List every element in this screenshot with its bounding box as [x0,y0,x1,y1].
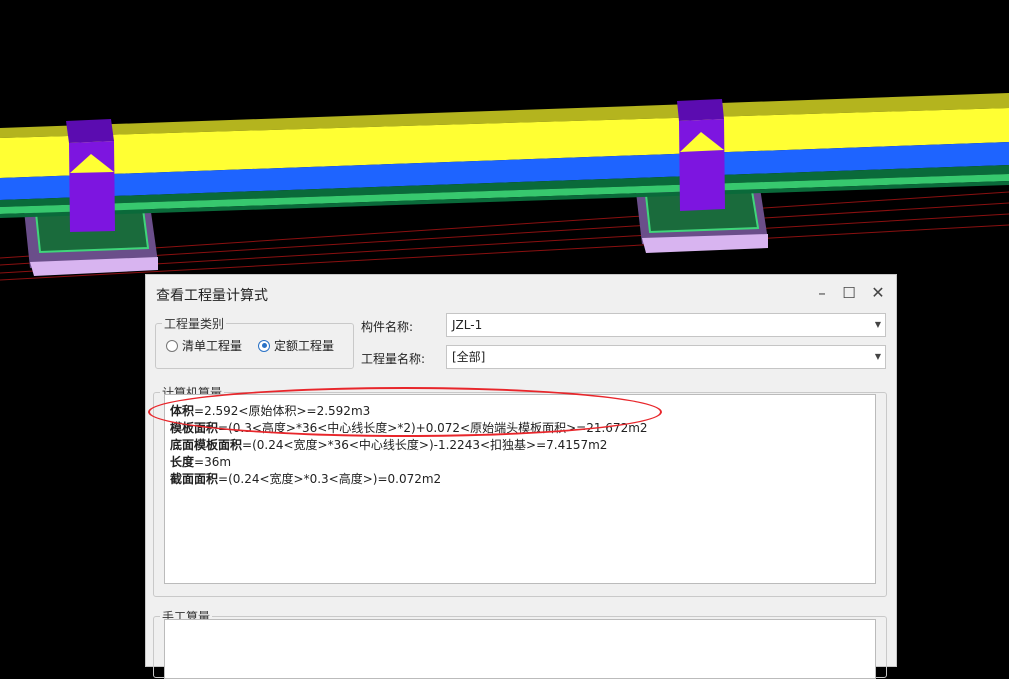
calc-line-section-area: 截面面积=(0.24<宽度>*0.3<高度>)=0.072m2 [170,472,442,486]
quantity-name-label: 工程量名称: [361,352,426,366]
radio-quota-quantity-label: 定额工程量 [274,339,335,353]
calc-line-length: 长度=36m [170,455,232,469]
close-button[interactable]: ✕ [866,281,890,305]
component-name-value: JZL-1 [452,318,483,332]
chevron-down-icon: ▼ [874,320,881,329]
chevron-down-icon: ▼ [874,352,881,361]
minimize-button[interactable]: – [810,281,834,305]
manual-calc-textarea[interactable] [164,619,876,679]
radio-checked-icon [258,339,270,352]
radio-quota-quantity[interactable]: 定额工程量 [258,337,334,354]
quantity-type-legend: 工程量类别 [164,317,225,331]
calc-line-bottom-formwork-area: 底面模板面积=(0.24<宽度>*36<中心线长度>)-1.2243<扣独基>=… [170,438,608,452]
annotation-ellipse [148,387,662,437]
quantity-formula-dialog: 查看工程量计算式 – ☐ ✕ 工程量类别 清单工程量 定额工程量 构件名称: J… [145,274,897,679]
component-name-select[interactable]: JZL-1 ▼ [446,313,886,337]
radio-bill-quantity[interactable]: 清单工程量 [166,337,242,354]
quantity-name-select[interactable]: [全部] ▼ [446,345,886,369]
quantity-name-value: [全部] [452,350,486,364]
maximize-button[interactable]: ☐ [837,281,861,305]
column-left [66,119,115,232]
component-name-label: 构件名称: [361,320,414,334]
column-right [677,99,725,211]
radio-bill-quantity-label: 清单工程量 [182,339,243,353]
radio-unchecked-icon [166,339,178,352]
dialog-title: 查看工程量计算式 [156,288,268,304]
dialog-titlebar[interactable]: 查看工程量计算式 – ☐ ✕ [146,275,896,311]
